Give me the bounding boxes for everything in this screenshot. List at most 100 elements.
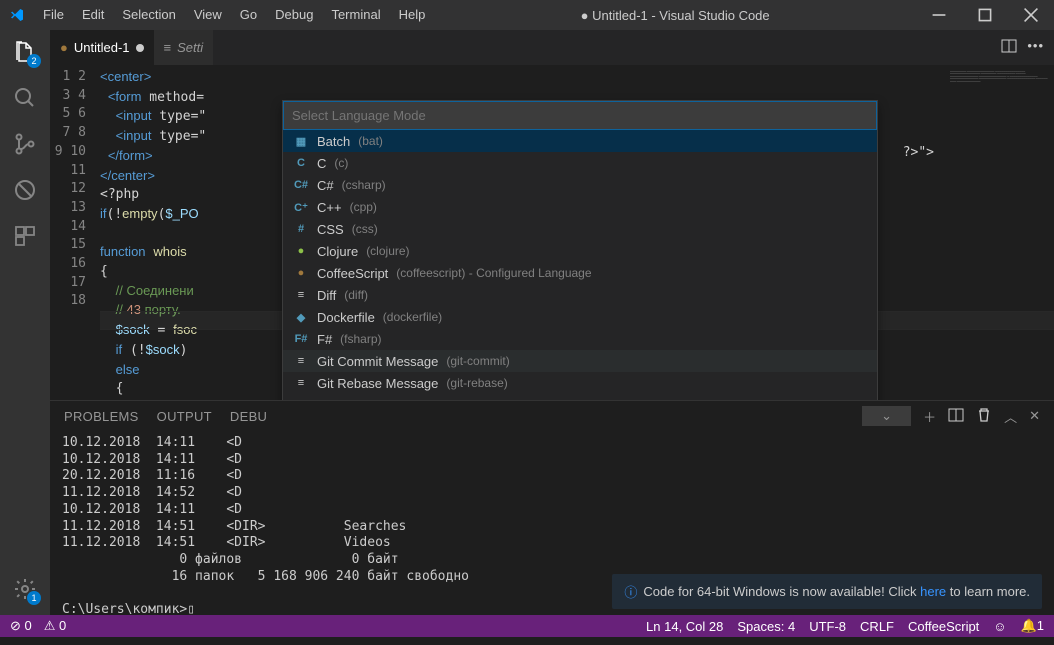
language-icon: G [293, 397, 309, 400]
language-picker: ▦Batch (bat)CC (c)C#C# (csharp)C⁺C++ (cp… [282, 100, 878, 400]
split-terminal-icon[interactable] [948, 407, 964, 426]
picker-item-desc: (go) [342, 398, 363, 400]
tab-settings[interactable]: ≡ Setti [154, 30, 214, 65]
picker-item-label: Batch [317, 134, 350, 149]
picker-item-label: Go [317, 398, 334, 401]
chevron-up-icon[interactable]: ︿ [1004, 407, 1017, 426]
status-feedback-icon[interactable]: ☺ [993, 619, 1006, 634]
picker-item[interactable]: ≡Diff (diff) [283, 284, 877, 306]
language-icon: C [293, 155, 309, 171]
picker-item[interactable]: C# C# (csharp) [283, 174, 877, 196]
menu-go[interactable]: Go [231, 0, 266, 30]
minimize-button[interactable] [916, 0, 962, 30]
close-button[interactable] [1008, 0, 1054, 30]
notification-text: Code for 64-bit Windows is now available… [643, 584, 1030, 599]
language-icon: ≡ [293, 353, 309, 369]
picker-item[interactable]: G Go (go) [283, 394, 877, 400]
picker-item[interactable]: ≡ Git Commit Message (git-commit) [283, 350, 877, 372]
explorer-icon[interactable]: 2 [11, 38, 39, 66]
settings-badge: 1 [27, 591, 41, 605]
picker-item-label: Git Rebase Message [317, 376, 438, 391]
search-icon[interactable] [11, 84, 39, 112]
menu-bar: File Edit Selection View Go Debug Termin… [34, 0, 434, 30]
picker-item-desc: (coffeescript) - Configured Language [396, 266, 591, 280]
picker-item-desc: (git-rebase) [446, 376, 507, 390]
window-controls [916, 0, 1054, 30]
panel-tab-debug[interactable]: DEBU [230, 409, 267, 424]
more-actions-icon[interactable]: ••• [1027, 38, 1044, 57]
tabs-bar: ● Untitled-1 ≡ Setti ••• [50, 30, 1054, 65]
status-warnings[interactable]: ⚠ 0 [44, 618, 67, 634]
minimap[interactable]: ▬▬▬▬▬▬▬▬ ▬▬▬▬▬▬▬▬▬▬▬▬▬▬ ▬▬▬▬▬▬▬▬▬▬▬▬▬▬▬ … [944, 65, 1054, 400]
picker-item-desc: (csharp) [342, 178, 386, 192]
panel-tabs: PROBLEMS OUTPUT DEBU ⌄ ＋ ︿ ✕ [50, 401, 1054, 431]
status-encoding[interactable]: UTF-8 [809, 619, 846, 634]
panel-tab-output[interactable]: OUTPUT [157, 409, 212, 424]
language-icon: F# [293, 331, 309, 347]
notification[interactable]: ⓘ Code for 64-bit Windows is now availab… [612, 574, 1042, 609]
explorer-badge: 2 [27, 54, 41, 68]
status-errors[interactable]: ⊘ 0 [10, 618, 32, 634]
language-icon: ● [293, 243, 309, 259]
code-overflow: ?>"> [903, 145, 934, 160]
panel-tab-problems[interactable]: PROBLEMS [64, 409, 139, 424]
menu-edit[interactable]: Edit [73, 0, 113, 30]
picker-item[interactable]: ●CoffeeScript (coffeescript) - Configure… [283, 262, 877, 284]
language-icon: ● [293, 265, 309, 281]
menu-file[interactable]: File [34, 0, 73, 30]
modified-dot-icon [136, 44, 144, 52]
panel-close-icon[interactable]: ✕ [1029, 408, 1040, 424]
picker-item-label: C++ [317, 200, 342, 215]
maximize-button[interactable] [962, 0, 1008, 30]
picker-item[interactable]: ≡ Git Rebase Message (git-rebase) [283, 372, 877, 394]
status-bar: ⊘ 0 ⚠ 0 Ln 14, Col 28 Spaces: 4 UTF-8 CR… [0, 615, 1054, 637]
menu-view[interactable]: View [185, 0, 231, 30]
editor[interactable]: 1 2 3 4 5 6 7 8 9 10 11 12 13 14 15 16 1… [50, 65, 1054, 400]
picker-item-desc: (css) [352, 222, 378, 236]
picker-item[interactable]: ▦ Batch (bat) [283, 130, 877, 152]
coffeescript-file-icon: ● [60, 40, 68, 55]
status-spaces[interactable]: Spaces: 4 [737, 619, 795, 634]
picker-item-label: Git Commit Message [317, 354, 438, 369]
picker-item-label: Clojure [317, 244, 358, 259]
status-language[interactable]: CoffeeScript [908, 619, 979, 634]
language-icon: ▦ [293, 133, 309, 149]
picker-item-desc: (git-commit) [446, 354, 509, 368]
picker-item-desc: (bat) [358, 134, 383, 148]
language-icon: C⁺ [293, 199, 309, 215]
menu-selection[interactable]: Selection [113, 0, 184, 30]
chevron-down-icon[interactable]: ⌄ [862, 406, 911, 426]
picker-item[interactable]: F#F# (fsharp) [283, 328, 877, 350]
picker-item-desc: (diff) [344, 288, 368, 302]
language-icon: # [293, 221, 309, 237]
picker-item-label: C# [317, 178, 334, 193]
split-editor-icon[interactable] [1001, 38, 1017, 57]
trash-icon[interactable] [976, 407, 992, 426]
debug-icon[interactable] [11, 176, 39, 204]
tab-label: Untitled-1 [74, 40, 130, 55]
list-icon: ≡ [164, 40, 172, 55]
picker-input[interactable] [283, 101, 877, 130]
status-bell-icon[interactable]: 🔔1 [1021, 618, 1044, 634]
settings-icon[interactable]: 1 [11, 575, 39, 603]
language-icon: C# [293, 177, 309, 193]
extensions-icon[interactable] [11, 222, 39, 250]
notification-link[interactable]: here [920, 584, 946, 599]
picker-item[interactable]: ●Clojure (clojure) [283, 240, 877, 262]
picker-item[interactable]: ◆Dockerfile (dockerfile) [283, 306, 877, 328]
picker-item[interactable]: # CSS (css) [283, 218, 877, 240]
picker-item[interactable]: CC (c) [283, 152, 877, 174]
picker-item-label: CSS [317, 222, 344, 237]
new-terminal-icon[interactable]: ＋ [923, 407, 936, 426]
picker-item[interactable]: C⁺C++ (cpp) [283, 196, 877, 218]
status-ln-col[interactable]: Ln 14, Col 28 [646, 619, 723, 634]
menu-debug[interactable]: Debug [266, 0, 322, 30]
activity-bar: 2 1 [0, 30, 50, 615]
tab-untitled-1[interactable]: ● Untitled-1 [50, 30, 154, 65]
menu-help[interactable]: Help [390, 0, 435, 30]
scm-icon[interactable] [11, 130, 39, 158]
line-numbers: 1 2 3 4 5 6 7 8 9 10 11 12 13 14 15 16 1… [50, 65, 100, 400]
status-eol[interactable]: CRLF [860, 619, 894, 634]
language-icon: ≡ [293, 375, 309, 391]
menu-terminal[interactable]: Terminal [322, 0, 389, 30]
